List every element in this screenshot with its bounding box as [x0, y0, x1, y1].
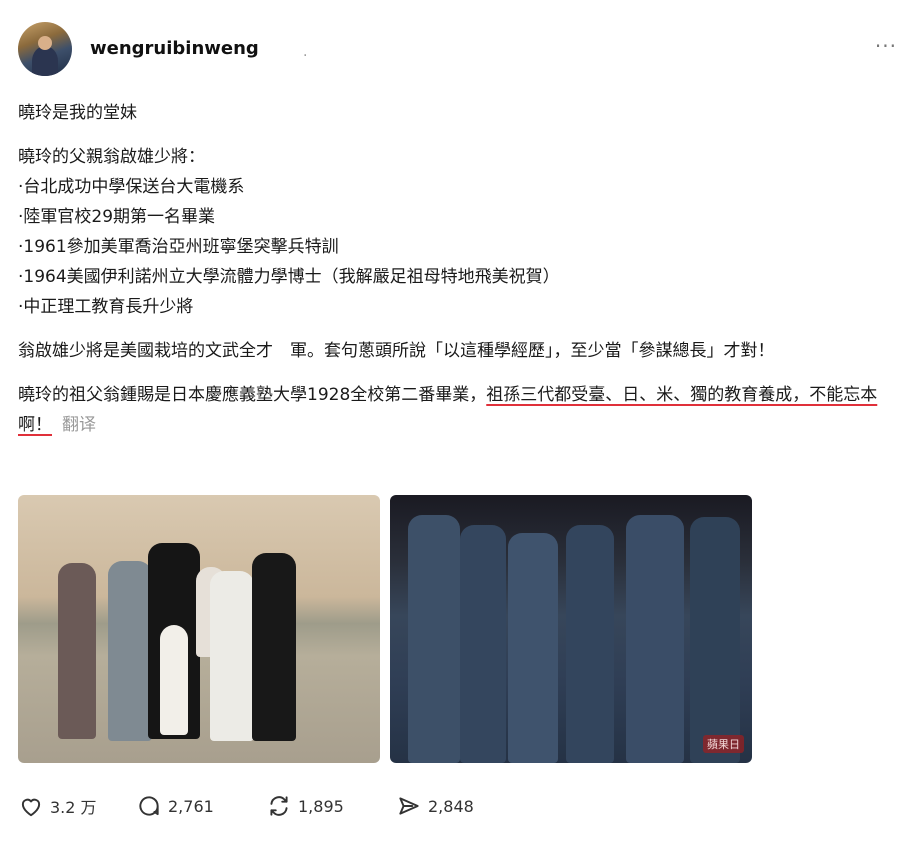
more-options-icon[interactable]: ···: [875, 34, 897, 58]
comment-icon: [139, 796, 159, 816]
post-line: 曉玲是我的堂妹: [18, 103, 137, 123]
family-photo[interactable]: [18, 495, 380, 763]
post-line: ·1961參加美軍喬治亞州班寧堡突擊兵特訓: [18, 237, 339, 257]
username[interactable]: wengruibinweng: [90, 38, 259, 59]
post-line: ·中正理工教育長升少將: [18, 297, 194, 317]
post-header: wengruibinweng . ···: [18, 20, 903, 76]
repost-icon: [270, 796, 288, 816]
photo-gallery: 蘋果日: [18, 495, 758, 763]
repost-button[interactable]: 1,895: [266, 793, 344, 819]
like-button[interactable]: 3.2 万: [18, 793, 97, 819]
post-body: 曉玲是我的堂妹 曉玲的父親翁啟雄少將： ·台北成功中學保送台大電機系 ·陸軍官校…: [18, 98, 903, 440]
share-button[interactable]: 2,848: [396, 793, 474, 819]
soldiers-photo[interactable]: 蘋果日: [390, 495, 752, 763]
send-icon: [399, 797, 419, 815]
repost-count: 1,895: [298, 796, 344, 816]
comment-count: 2,761: [168, 796, 214, 816]
post-paragraph: 曉玲的祖父翁鍾賜是日本慶應義塾大學1928全校第二番畢業，祖孫三代都受臺、日、米…: [18, 380, 903, 440]
post-line: ·1964美國伊利諾州立大學流體力學博士（我解嚴足祖母特地飛美祝賀）: [18, 267, 560, 287]
share-count: 2,848: [428, 796, 474, 816]
heart-icon: [21, 798, 41, 817]
post-line: ·台北成功中學保送台大電機系: [18, 177, 245, 197]
post-line: ·陸軍官校29期第一名畢業: [18, 207, 216, 227]
separator-dot: .: [303, 44, 308, 60]
avatar[interactable]: [18, 22, 72, 76]
action-bar: 3.2 万 2,761 1,895 2,848: [18, 793, 618, 823]
translate-link[interactable]: 翻译: [62, 415, 96, 435]
post-line: 曉玲的父親翁啟雄少將：: [18, 147, 205, 167]
like-count: 3.2 万: [50, 798, 97, 817]
paragraph-text: 曉玲的祖父翁鍾賜是日本慶應義塾大學1928全校第二番畢業，: [18, 385, 487, 405]
watermark: 蘋果日: [703, 735, 744, 753]
comment-button[interactable]: 2,761: [136, 793, 214, 819]
post-paragraph: 翁啟雄少將是美國栽培的文武全才 軍。套句蔥頭所說「以這種學經歷」，至少當「參謀總…: [18, 341, 775, 361]
